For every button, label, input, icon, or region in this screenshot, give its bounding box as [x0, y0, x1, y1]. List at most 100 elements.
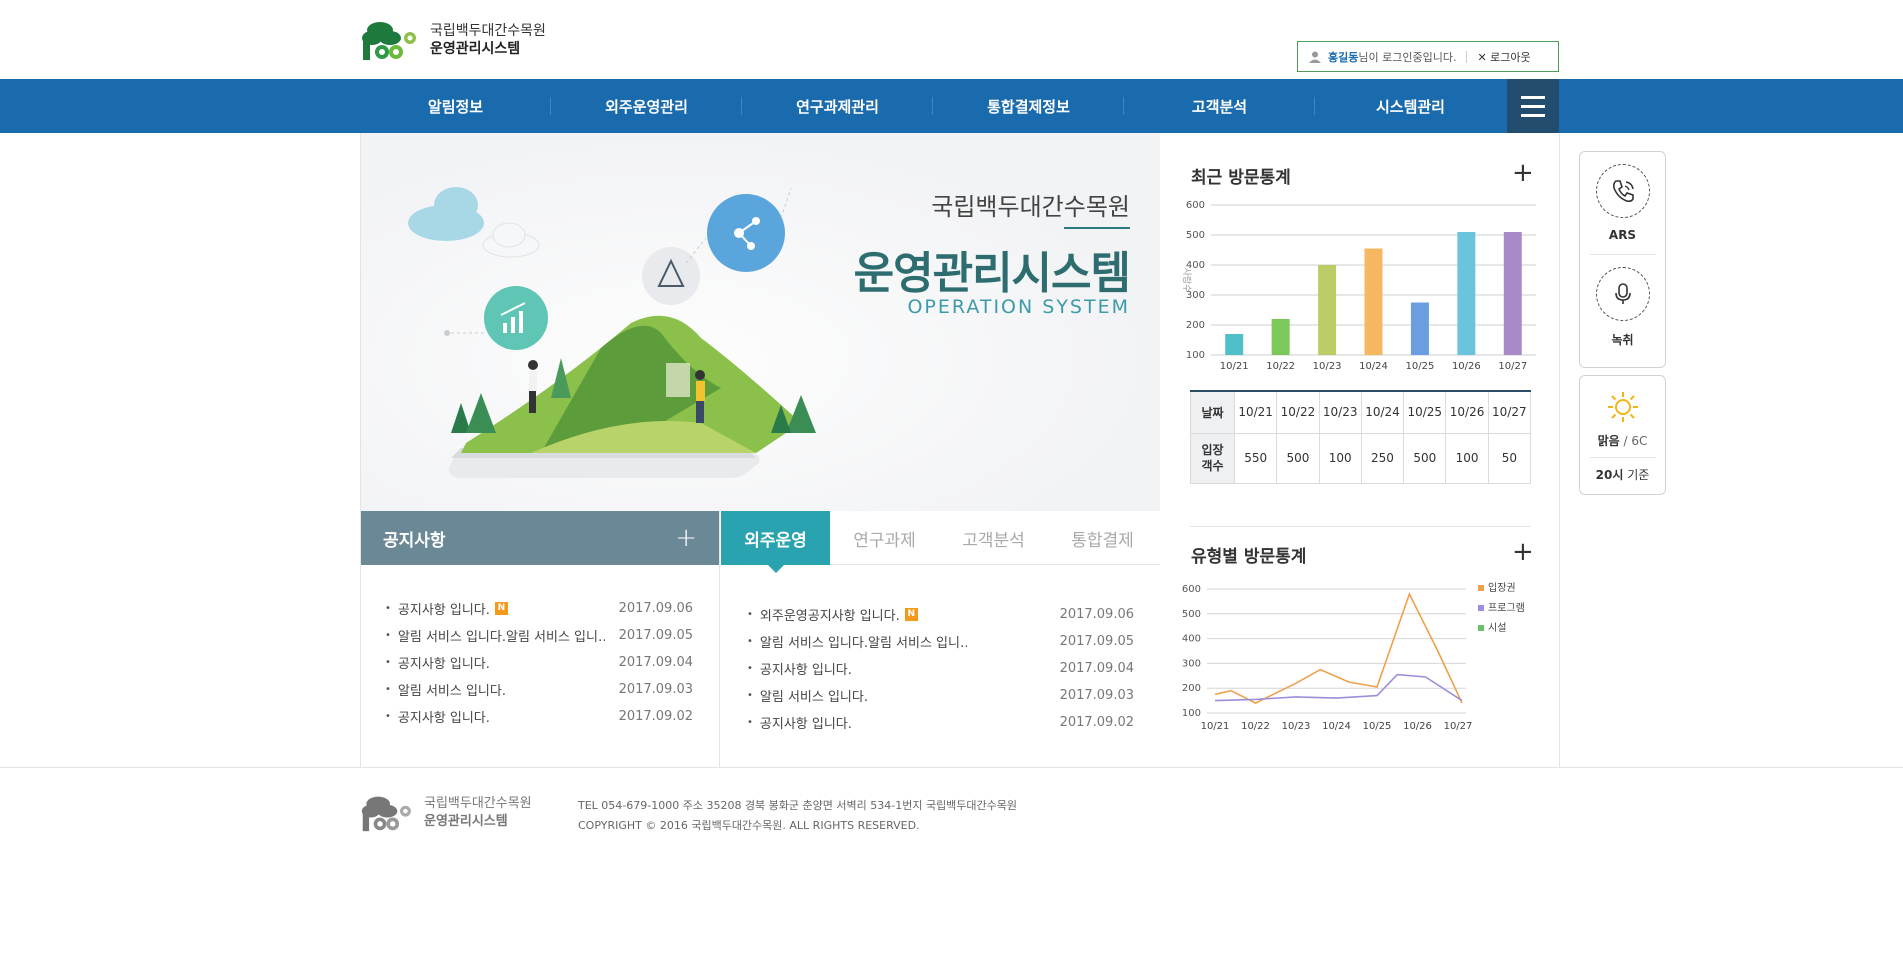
- logo-line1: 국립백두대간수목원: [430, 23, 546, 39]
- nav-item-system[interactable]: 시스템관리: [1315, 79, 1506, 133]
- visit-stats-table: 날짜 10/21 10/22 10/23 10/24 10/25 10/26 10/27 입…: [1190, 390, 1532, 484]
- legend-label: 입장권: [1488, 581, 1516, 594]
- weather-temp: / 6C: [1623, 434, 1648, 448]
- list-item[interactable]: 공지사항 입니다. N 2017.09.06: [385, 595, 693, 622]
- list-item[interactable]: 알림 서비스 입니다. 2017.09.03: [385, 676, 693, 703]
- nav-item-notification[interactable]: 알림정보: [360, 79, 551, 133]
- legend-label: 시설: [1488, 622, 1506, 634]
- type-stats-title: 유형별 방문통계: [1191, 547, 1307, 567]
- notice-more-plus-icon[interactable]: +: [675, 523, 697, 553]
- series-line: [1214, 673, 1463, 702]
- type-stats-more-plus-icon[interactable]: +: [1512, 539, 1534, 565]
- y-tick-label: 500: [1186, 230, 1205, 241]
- notice-date: 2017.09.04: [1059, 661, 1134, 676]
- network-bubble-icon: [642, 187, 792, 305]
- list-item[interactable]: 알림 서비스 입니다.알림 서비스 입니… 2017.09.05: [385, 622, 693, 649]
- new-badge-icon: N: [904, 608, 918, 621]
- user-icon: [1309, 51, 1321, 63]
- x-tick-label: 10/26: [1452, 361, 1481, 372]
- list-item[interactable]: 공지사항 입니다. 2017.09.04: [747, 655, 1134, 682]
- header: 국립백두대간수목원 운영관리시스템 홍길동 님이 로그인중입니다. ✕ 로그아웃: [0, 0, 1903, 79]
- bar: [1410, 302, 1429, 355]
- list-item[interactable]: 공지사항 입니다. 2017.09.04: [385, 649, 693, 676]
- table-cell-count: 500: [1403, 432, 1447, 484]
- list-item[interactable]: 공지사항 입니다. 2017.09.02: [385, 703, 693, 730]
- table-cell-count: 50: [1487, 432, 1532, 484]
- logo[interactable]: 국립백두대간수목원 운영관리시스템: [360, 18, 546, 62]
- weather-time: 20시: [1595, 468, 1624, 482]
- table-cell-date: 10/25: [1403, 390, 1447, 434]
- y-tick-label: 500: [1182, 609, 1201, 620]
- notice-date: 2017.09.02: [618, 709, 693, 724]
- list-item[interactable]: 공지사항 입니다. 2017.09.02: [747, 709, 1134, 736]
- y-tick-label: 600: [1186, 200, 1205, 211]
- phone-icon: [1595, 164, 1650, 218]
- notice-text: 알림 서비스 입니다.: [747, 686, 868, 705]
- stats-column: 최근 방문통계 + 100 200 300 400 500 600 사람수 10/21 10/2…: [1161, 133, 1559, 767]
- table-cell-count: 500: [1276, 432, 1320, 484]
- x-tick-label: 10/22: [1241, 721, 1270, 732]
- bar: [1503, 232, 1522, 355]
- menu-hamburger-icon[interactable]: [1507, 79, 1559, 133]
- list-item[interactable]: 알림 서비스 입니다.알림 서비스 입니… 2017.09.05: [747, 628, 1134, 655]
- table-cell-date: 10/22: [1276, 390, 1320, 434]
- bar: [1364, 248, 1383, 355]
- x-tick-label: 10/24: [1359, 361, 1388, 372]
- list-item[interactable]: 알림 서비스 입니다. 2017.09.03: [747, 682, 1134, 709]
- tab-payment[interactable]: 통합결제: [1048, 511, 1157, 565]
- type-line-chart: 100 200 300 400 500 600 10/21 10/22 10/23 10/24 10…: [1182, 581, 1525, 732]
- footer-logo-line1: 국립백두대간수목원: [424, 796, 532, 811]
- nav-item-customer[interactable]: 고객분석: [1124, 79, 1315, 133]
- x-tick-label: 10/25: [1363, 721, 1392, 732]
- section-divider: [1190, 526, 1531, 527]
- tree-logo-icon: [361, 796, 411, 832]
- notice-text: 알림 서비스 입니다.알림 서비스 입니…: [385, 626, 605, 645]
- footer-info: TEL 054-679-1000 주소 35208 경북 봉화군 춘양면 서벽리…: [578, 796, 1017, 836]
- weather-state: 맑음: [1597, 434, 1620, 448]
- x-tick-label: 10/27: [1498, 361, 1527, 372]
- tab-research[interactable]: 연구과제: [830, 511, 939, 565]
- hero-banner: 국립백두대간수목원 운영관리시스템 OPERATION SYSTEM: [361, 133, 1160, 511]
- nav-item-research[interactable]: 연구과제관리: [742, 79, 933, 133]
- main-nav: 알림정보 외주운영관리 연구과제관리 통합결제정보 고객분석 시스템관리: [0, 79, 1903, 133]
- visit-stats-title: 최근 방문통계: [1191, 168, 1291, 188]
- list-item[interactable]: 외주운영공지사항 입니다. N 2017.09.06: [747, 601, 1134, 628]
- notice-date: 2017.09.03: [1059, 688, 1134, 703]
- tab-outsourcing[interactable]: 외주운영: [721, 511, 830, 573]
- nav-item-payment[interactable]: 통합결제정보: [933, 79, 1124, 133]
- x-tick-label: 10/21: [1201, 721, 1230, 732]
- sun-icon: [1607, 392, 1638, 422]
- tree-logo-icon: [362, 22, 416, 60]
- notice-text: 알림 서비스 입니다.알림 서비스 입니…: [747, 632, 967, 651]
- x-tick-label: 10/23: [1282, 721, 1311, 732]
- bar: [1318, 265, 1337, 355]
- notice-date: 2017.09.03: [618, 682, 693, 697]
- bar: [1457, 232, 1476, 355]
- y-tick-label: 200: [1182, 683, 1201, 694]
- table-cell-count: 550: [1233, 432, 1278, 484]
- logout-label: 로그아웃: [1490, 50, 1531, 64]
- y-tick-label: 100: [1186, 350, 1205, 361]
- ars-button[interactable]: ARS: [1580, 164, 1665, 242]
- visit-stats-more-plus-icon[interactable]: +: [1512, 160, 1534, 186]
- series-line: [1214, 591, 1463, 704]
- notice-text: 공지사항 입니다.: [397, 603, 490, 618]
- notice-text: 공지사항 입니다.: [747, 659, 852, 678]
- hero-divider: [1064, 227, 1130, 229]
- table-cell-count: 100: [1445, 432, 1489, 484]
- notice-text: 외주운영공지사항 입니다.: [759, 609, 900, 624]
- landscape-illustration: [408, 187, 816, 478]
- nav-item-outsourcing[interactable]: 외주운영관리: [551, 79, 742, 133]
- tab-customer[interactable]: 고객분석: [939, 511, 1048, 565]
- footer: 국립백두대간수목원 운영관리시스템 TEL 054-679-1000 주소 35…: [0, 767, 1903, 974]
- record-button[interactable]: 녹취: [1580, 267, 1665, 348]
- notice-list: 공지사항 입니다.N2017.09.06 알림 서비스 입니다.알림 서비스 입…: [361, 565, 719, 730]
- notice-date: 2017.09.02: [1059, 715, 1134, 730]
- logout-button[interactable]: ✕ 로그아웃: [1477, 49, 1530, 65]
- y-tick-label: 200: [1186, 320, 1205, 331]
- y-tick-label: 600: [1182, 584, 1201, 595]
- table-cell-date: 10/23: [1318, 390, 1362, 434]
- bar: [1225, 334, 1244, 355]
- footer-copyright: COPYRIGHT © 2016 국립백두대간수목원. ALL RIGHTS R…: [578, 819, 920, 832]
- cloud-icon: [408, 187, 540, 258]
